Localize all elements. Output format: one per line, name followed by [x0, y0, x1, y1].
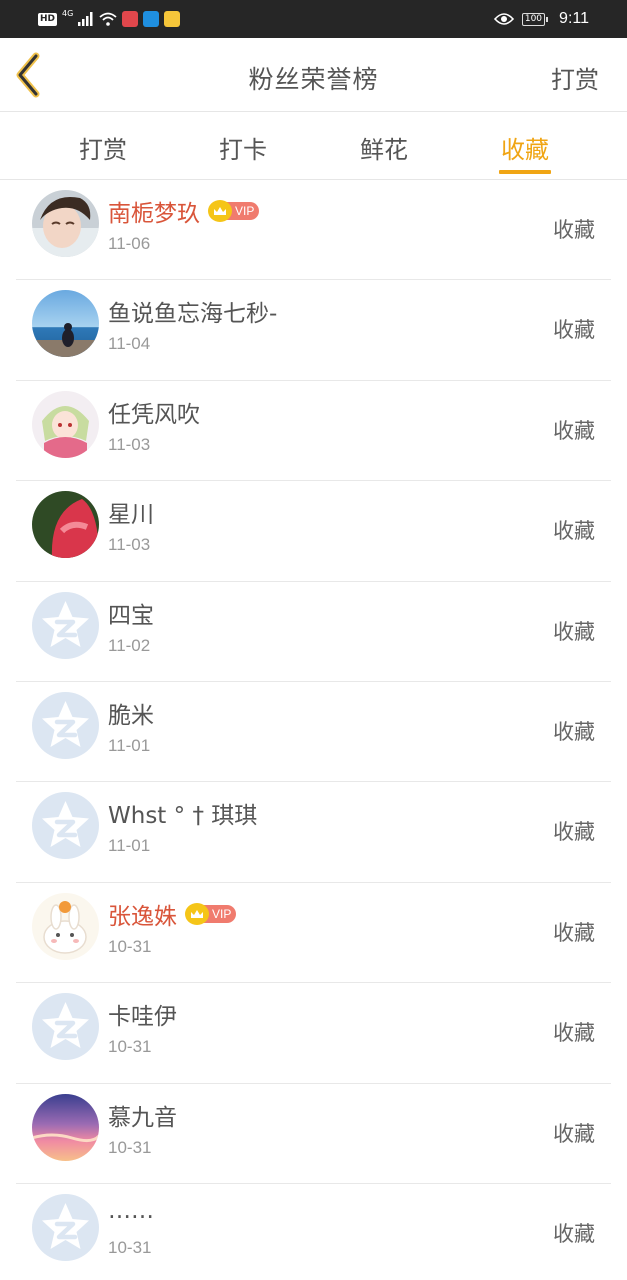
fan-action-label: 收藏: [553, 318, 595, 343]
fan-action-label: 收藏: [553, 218, 595, 242]
name-line: 张逸姝 VIP: [108, 897, 237, 931]
avatar[interactable]: [32, 892, 99, 960]
battery-icon: 100: [521, 12, 549, 26]
fan-row[interactable]: 南栀梦玖 VIP 11-06 收藏: [16, 180, 611, 281]
fan-action-label: 收藏: [553, 1221, 595, 1246]
signal-icon: [78, 12, 93, 26]
fan-date: 10-31: [108, 1137, 152, 1157]
name-line: Whst ° † 琪琪: [108, 796, 257, 830]
fan-action-label: 收藏: [553, 1121, 595, 1146]
vip-badge: VIP: [208, 200, 260, 222]
fan-name: 卡哇伊: [108, 1004, 177, 1031]
fan-row[interactable]: 鱼说鱼忘海七秒- 11-04 收藏: [16, 280, 611, 381]
fan-date: 11-02: [108, 635, 151, 655]
avatar[interactable]: [32, 290, 99, 358]
name-line: 南栀梦玖 VIP: [108, 194, 260, 228]
avatar[interactable]: [32, 491, 99, 559]
status-bar: HD 4G 100 9:11: [0, 0, 627, 38]
fan-row[interactable]: …… 10-31 收藏: [16, 1184, 611, 1280]
fan-action-label: 收藏: [553, 719, 595, 744]
status-right: 100 9:11: [493, 8, 589, 30]
fan-name: 脆米: [108, 702, 154, 729]
crown-icon: [208, 200, 232, 222]
fan-action-label: 收藏: [553, 1021, 595, 1046]
fan-action-label: 收藏: [553, 820, 595, 845]
avatar[interactable]: [32, 1093, 99, 1161]
wifi-icon: [99, 12, 117, 26]
fan-row[interactable]: 四宝 11-02 收藏: [16, 582, 611, 682]
app-notification-red-icon: [122, 11, 139, 27]
fan-list: 南栀梦玖 VIP 11-06 收藏 鱼说鱼忘海七秒- 11-04 收藏 任凭风吹 11-03 收藏…: [16, 180, 611, 1280]
fan-action-label: 收藏: [553, 418, 595, 443]
default-avatar-icon[interactable]: [32, 1193, 99, 1261]
reward-button[interactable]: 打赏: [551, 60, 599, 95]
top-bar: 粉丝荣誉榜 打赏: [0, 38, 627, 112]
network-type: 4G: [62, 9, 74, 18]
fan-date: 10-31: [108, 1037, 152, 1057]
eye-icon: [493, 13, 514, 25]
fan-action-label: 收藏: [553, 519, 595, 544]
name-line: 四宝: [108, 596, 154, 630]
fan-name: 四宝: [108, 602, 154, 629]
fan-date: 11-03: [108, 434, 151, 454]
name-line: 卡哇伊: [108, 997, 177, 1031]
tab-favorites[interactable]: 收藏: [485, 130, 565, 165]
active-tab-indicator: [499, 170, 551, 174]
fan-name: ……: [108, 1197, 154, 1224]
name-line: 任凭风吹: [108, 395, 200, 429]
fan-action-label: 收藏: [553, 619, 595, 644]
tab-reward[interactable]: 打赏: [63, 130, 143, 165]
fan-date: 10-31: [108, 936, 152, 956]
status-left: HD 4G: [38, 9, 181, 29]
fan-row[interactable]: Whst ° † 琪琪 11-01 收藏: [16, 782, 611, 883]
fan-name: 张逸姝: [108, 903, 177, 930]
fan-name: 星川: [108, 502, 154, 529]
clock: 9:11: [559, 10, 589, 27]
default-avatar-icon[interactable]: [32, 691, 99, 759]
default-avatar-icon[interactable]: [32, 591, 99, 659]
fan-date: 11-06: [108, 234, 151, 253]
tab-flowers[interactable]: 鲜花: [344, 130, 424, 165]
fan-name: 南栀梦玖: [108, 201, 200, 227]
fan-date: 10-31: [108, 1237, 152, 1257]
tab-checkin[interactable]: 打卡: [203, 130, 283, 165]
tab-bar: 打赏 打卡 鲜花 收藏: [0, 112, 627, 180]
hd-badge: HD: [38, 12, 58, 26]
page-title: 粉丝荣誉榜: [248, 65, 379, 94]
fan-row[interactable]: 星川 11-03 收藏: [16, 481, 611, 582]
fan-date: 11-01: [108, 735, 151, 755]
app-notification-yellow-icon: [164, 11, 181, 27]
fan-row[interactable]: 慕九音 10-31 收藏: [16, 1084, 611, 1184]
default-avatar-icon[interactable]: [32, 792, 99, 860]
fan-date: 11-03: [108, 535, 151, 555]
name-line: 鱼说鱼忘海七秒-: [108, 294, 277, 328]
fan-row[interactable]: 任凭风吹 11-03 收藏: [16, 381, 611, 482]
default-avatar-icon[interactable]: [32, 993, 99, 1061]
fan-name: Whst ° † 琪琪: [108, 803, 258, 830]
fan-row[interactable]: 脆米 11-01 收藏: [16, 682, 611, 783]
fan-name: 任凭风吹: [108, 401, 200, 428]
name-line: 星川: [108, 495, 154, 529]
fan-action-label: 收藏: [553, 920, 595, 945]
fan-name: 慕九音: [108, 1104, 177, 1131]
vip-badge: VIP: [185, 902, 237, 925]
avatar[interactable]: [32, 190, 99, 257]
crown-icon: [185, 902, 209, 925]
name-line: 脆米: [108, 696, 154, 730]
name-line: ……: [108, 1198, 154, 1224]
fan-date: 11-04: [108, 334, 151, 354]
fan-row[interactable]: 卡哇伊 10-31 收藏: [16, 983, 611, 1084]
fan-name: 鱼说鱼忘海七秒-: [108, 301, 278, 328]
app-notification-blue-icon: [143, 11, 160, 27]
fan-row[interactable]: 张逸姝 VIP 10-31 收藏: [16, 883, 611, 984]
name-line: 慕九音: [108, 1098, 177, 1132]
fan-date: 11-01: [108, 836, 151, 856]
avatar[interactable]: [32, 390, 99, 458]
